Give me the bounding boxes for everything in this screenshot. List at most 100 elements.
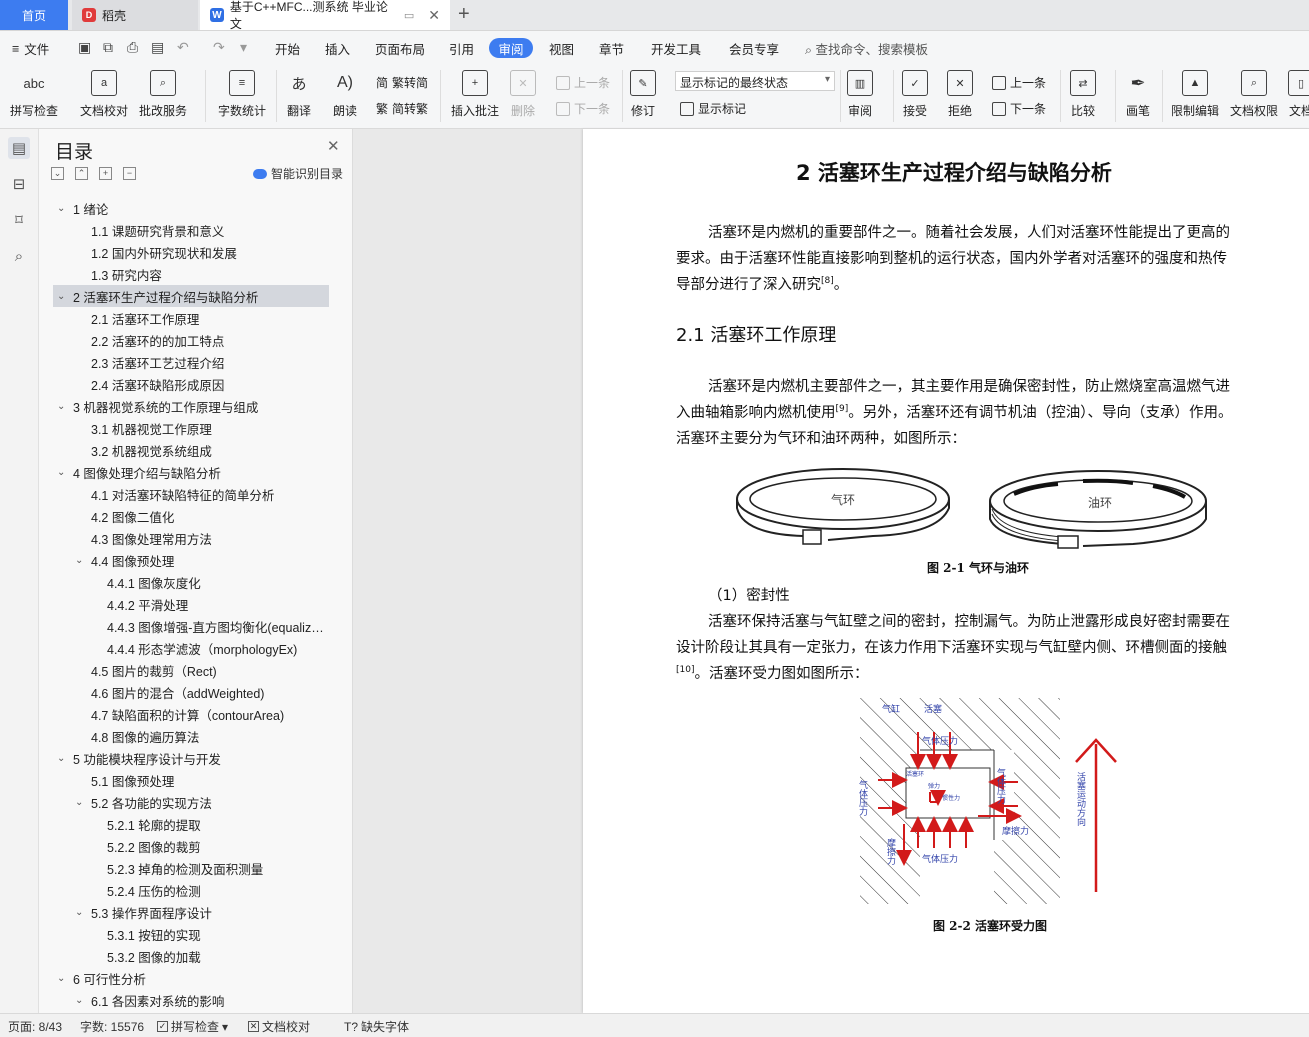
prev-change-button[interactable]: 上一条 [992,74,1046,91]
status-spell-check[interactable]: ✓ 拼写检查 ▾ [157,1018,228,1035]
tab-document[interactable]: W 基于C++MFC...测系统 毕业论文 ▭ ✕ [200,0,450,31]
compare-button[interactable]: ⇄ 比较 [1070,70,1096,119]
batch-service-button[interactable]: ⌕ 批改服务 [139,70,187,119]
menu-member[interactable]: 会员专享 [729,39,779,58]
word-count-button[interactable]: ≡ 字数统计 [218,70,266,119]
close-tab-icon[interactable]: ✕ [428,7,440,24]
preview-icon[interactable]: ▤ [151,39,164,56]
prev-comment-button[interactable]: 上一条 [556,74,610,91]
toc-item[interactable]: ⌄ 4.4 图像预处理 [53,549,329,571]
menu-devtools[interactable]: 开发工具 [651,39,701,58]
toc-panel-icon[interactable]: ▤ [8,137,30,159]
toc-item[interactable]: 2.4 活塞环缺陷形成原因 [53,373,329,395]
revise-button[interactable]: ✎ 修订 [630,70,656,119]
citation[interactable]: [9] [836,404,849,414]
toc-item[interactable]: ⌄ 4 图像处理介绍与缺陷分析 [53,461,329,483]
menu-insert[interactable]: 插入 [325,39,350,58]
toc-item[interactable]: 2.3 活塞环工艺过程介绍 [53,351,329,373]
toc-item[interactable]: 4.4.2 平滑处理 [53,593,329,615]
doc-button[interactable]: ▯ 文档 [1288,70,1309,119]
toc-item[interactable]: 5.1 图像预处理 [53,769,329,791]
toc-item[interactable]: 4.3 图像处理常用方法 [53,527,329,549]
command-search[interactable]: ⌕ 查找命令、搜索模板 [805,39,928,58]
translate-button[interactable]: あ翻译 [286,70,312,119]
toc-item[interactable]: 2.1 活塞环工作原理 [53,307,329,329]
toc-item[interactable]: 4.4.1 图像灰度化 [53,571,329,593]
expand-up-icon[interactable]: ⌃ [75,167,88,180]
menu-chapter[interactable]: 章节 [599,39,624,58]
smart-toc-button[interactable]: 智能识别目录 [253,165,343,182]
status-proofread[interactable]: ✕ 文档校对 [248,1018,310,1035]
tab-daoke[interactable]: D 稻壳 [72,0,198,30]
chevron-down-icon[interactable]: ⌄ [57,401,69,412]
more-icon[interactable]: ▾ [240,39,247,56]
toc-item[interactable]: ⌄ 2 活塞环生产过程介绍与缺陷分析 [53,285,329,307]
menu-layout[interactable]: 页面布局 [375,39,425,58]
restrict-edit-button[interactable]: ▲ 限制编辑 [1171,70,1219,119]
toc-item[interactable]: 5.2.3 掉角的检测及面积测量 [53,857,329,879]
menu-view[interactable]: 视图 [549,39,574,58]
chevron-down-icon[interactable]: ⌄ [57,467,69,478]
review-pane-button[interactable]: ▥ 审阅 [847,70,873,119]
toc-item[interactable]: ⌄ 1 绪论 [53,197,329,219]
print-icon[interactable]: ⎙ [127,39,138,56]
page-indicator[interactable]: 页面: 8/43 [8,1018,62,1035]
toc-item[interactable]: 4.4.3 图像增强-直方图均衡化(equaliz… [53,615,329,637]
delete-comment-button[interactable]: ✕ 删除 [510,70,536,119]
chevron-down-icon[interactable]: ⌄ [57,753,69,764]
toc-item[interactable]: ⌄ 5 功能模块程序设计与开发 [53,747,329,769]
toc-item[interactable]: 5.2.2 图像的裁剪 [53,835,329,857]
menu-review[interactable]: 审阅 [489,38,533,58]
read-aloud-button[interactable]: A) 朗读 [332,70,358,119]
toc-item[interactable]: 4.4.4 形态学滤波（morphologyEx) [53,637,329,659]
toc-item[interactable]: ⌄ 6.1 各因素对系统的影响 [53,989,329,1009]
bookmark-icon[interactable]: ⌑ [8,209,30,231]
toc-item[interactable]: 3.2 机器视觉系统组成 [53,439,329,461]
toc-item[interactable]: 4.7 缺陷面积的计算（contourArea) [53,703,329,725]
navigation-icon[interactable]: ⊟ [8,173,30,195]
chevron-down-icon[interactable]: ⌄ [75,797,87,808]
chevron-down-icon[interactable]: ⌄ [57,973,69,984]
toc-item[interactable]: 2.2 活塞环的的加工特点 [53,329,329,351]
citation[interactable]: [8] [821,276,834,286]
menu-references[interactable]: 引用 [449,39,474,58]
toc-item[interactable]: 1.2 国内外研究现状和发展 [53,241,329,263]
file-menu[interactable]: ≡ 文件 [12,39,49,58]
chevron-down-icon[interactable]: ⌄ [57,203,69,214]
simp-to-trad-button[interactable]: 繁简转繁 [376,100,428,117]
toc-item[interactable]: 5.2.4 压伤的检测 [53,879,329,901]
toc-item[interactable]: 4.8 图像的遍历算法 [53,725,329,747]
next-comment-button[interactable]: 下一条 [556,100,610,117]
toc-item[interactable]: ⌄ 3 机器视觉系统的工作原理与组成 [53,395,329,417]
undo-icon[interactable]: ↶ [177,39,189,56]
document-page[interactable]: 2 活塞环生产过程介绍与缺陷分析 活塞环是内燃机的重要部件之一。随着社会发展，人… [583,129,1309,1013]
add-item-icon[interactable]: + [99,167,112,180]
toc-item[interactable]: 4.5 图片的裁剪（Rect) [53,659,329,681]
toc-item[interactable]: 4.1 对活塞环缺陷特征的简单分析 [53,483,329,505]
doc-permission-button[interactable]: ⌕ 文档权限 [1230,70,1278,119]
menu-start[interactable]: 开始 [275,39,300,58]
toc-item[interactable]: 1.3 研究内容 [53,263,329,285]
toc-item[interactable]: ⌄ 5.2 各功能的实现方法 [53,791,329,813]
accept-button[interactable]: ✓ 接受 [902,70,928,119]
next-change-button[interactable]: 下一条 [992,100,1046,117]
insert-comment-button[interactable]: + 插入批注 [451,70,499,119]
collapse-all-icon[interactable]: ⌄ [51,167,64,180]
proofread-button[interactable]: a 文档校对 [80,70,128,119]
toc-item[interactable]: 5.3.2 图像的加载 [53,945,329,967]
chevron-down-icon[interactable]: ⌄ [57,291,69,302]
toc-item[interactable]: 5.2.1 轮廓的提取 [53,813,329,835]
word-count-indicator[interactable]: 字数: 15576 [80,1018,144,1035]
export-icon[interactable]: ⧉ [103,39,113,56]
toc-item[interactable]: 5.3.1 按钮的实现 [53,923,329,945]
toc-item[interactable]: ⌄ 6 可行性分析 [53,967,329,989]
monitor-icon[interactable]: ▭ [404,9,414,22]
new-tab-icon[interactable]: + [458,3,470,26]
pen-button[interactable]: ✒ 画笔 [1125,70,1151,119]
toc-item[interactable]: 4.6 图片的混合（addWeighted) [53,681,329,703]
missing-font-indicator[interactable]: T? 缺失字体 [344,1018,409,1035]
markup-state-select[interactable]: 显示标记的最终状态 [675,71,835,91]
close-toc-icon[interactable]: ✕ [327,137,340,155]
save-icon[interactable]: ▣ [78,39,91,56]
redo-icon[interactable]: ↷ [213,39,225,56]
